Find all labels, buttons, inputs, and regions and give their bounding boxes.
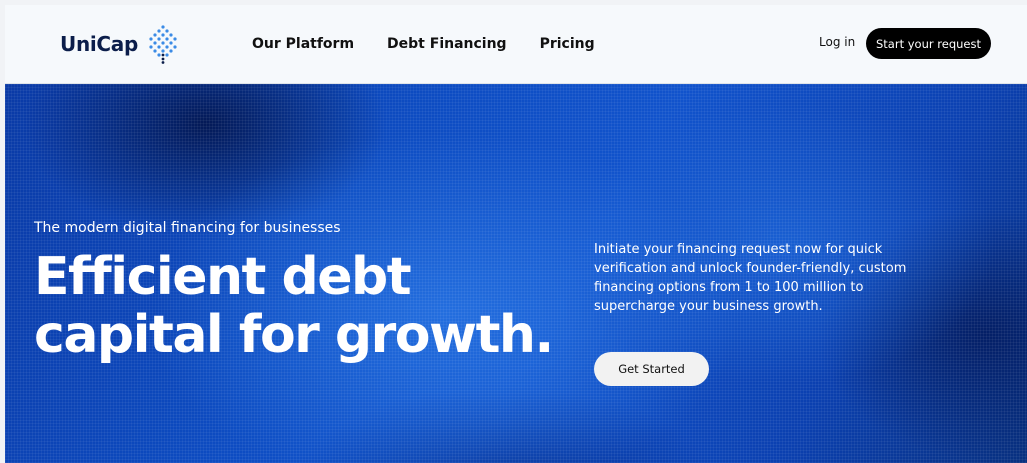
dotted-tree-icon [149,25,177,64]
hero-kicker: The modern digital financing for busines… [34,220,341,236]
nav-item-debt-financing[interactable]: Debt Financing [387,36,507,52]
nav-item-pricing[interactable]: Pricing [540,36,595,52]
start-request-button[interactable]: Start your request [866,28,991,59]
hero-description: Initiate your financing request now for … [594,242,907,314]
page: UniCap Our Platform Debt Financing Prici… [0,0,1027,463]
logo-text: UniCap [60,32,139,56]
site-header: UniCap Our Platform Debt Financing Prici… [5,5,1027,84]
get-started-button[interactable]: Get Started [594,352,709,386]
hero-title: Efficient debt capital for growth. [34,247,554,365]
hero-section: The modern digital financing for busines… [5,84,1027,463]
nav-item-our-platform[interactable]: Our Platform [252,36,354,52]
main-nav: Our Platform Debt Financing Pricing [252,5,628,83]
logo[interactable]: UniCap [60,25,180,64]
login-link[interactable]: Log in [819,35,855,49]
